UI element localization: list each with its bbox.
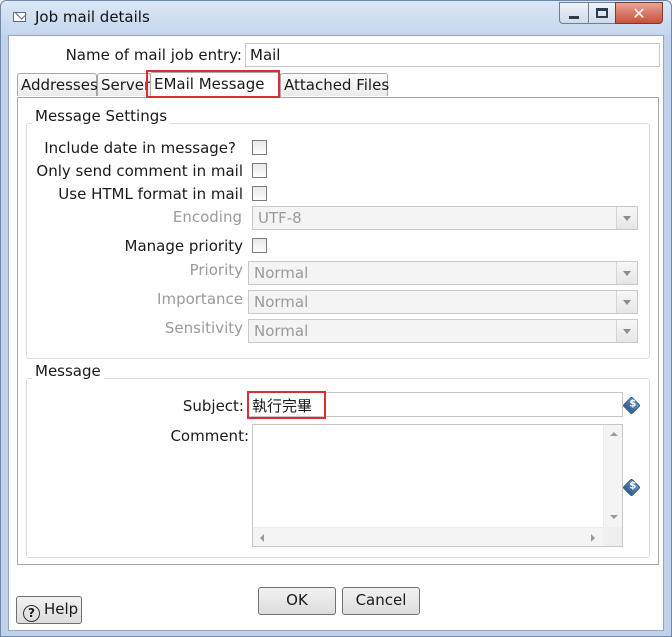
help-button[interactable]: ? Help [16, 596, 82, 624]
include-date-checkbox[interactable] [252, 140, 267, 155]
horizontal-scrollbar[interactable] [253, 527, 603, 546]
scroll-down-icon[interactable] [610, 515, 618, 519]
importance-select[interactable]: Normal [248, 290, 638, 314]
priority-select[interactable]: Normal [248, 261, 638, 285]
entry-name-input[interactable]: Mail [245, 43, 660, 67]
vertical-scrollbar[interactable] [603, 425, 622, 527]
priority-value: Normal [254, 264, 309, 282]
close-icon: ✕ [632, 4, 646, 23]
minimize-icon [569, 16, 579, 19]
cancel-button[interactable]: Cancel [342, 587, 420, 615]
sensitivity-select[interactable]: Normal [248, 319, 638, 343]
manage-priority-checkbox[interactable] [252, 238, 267, 253]
only-comment-checkbox[interactable] [252, 163, 267, 178]
job-mail-dialog: Job mail details ✕ Name of mail job entr… [0, 0, 672, 637]
mail-icon [13, 12, 26, 22]
encoding-value: UTF-8 [258, 209, 302, 227]
window-title: Job mail details [35, 8, 150, 26]
tab-addresses[interactable]: Addresses [17, 73, 98, 96]
maximize-button[interactable] [588, 2, 615, 24]
manage-priority-label: Manage priority [124, 237, 243, 255]
email-message-panel: Message Settings Include date in message… [17, 97, 659, 565]
message-settings-title: Message Settings [32, 107, 171, 125]
html-format-label: Use HTML format in mail [58, 185, 243, 203]
chevron-down-icon [616, 207, 637, 229]
sensitivity-value: Normal [254, 322, 309, 340]
scroll-corner [603, 527, 622, 546]
only-comment-label: Only send comment in mail [36, 162, 243, 180]
scroll-left-icon[interactable] [260, 534, 264, 542]
chevron-down-icon [616, 262, 637, 284]
comment-textarea[interactable] [252, 424, 623, 547]
entry-name-label: Name of mail job entry: [65, 46, 242, 64]
tab-attached-files[interactable]: Attached Files [280, 73, 389, 96]
close-button[interactable]: ✕ [615, 2, 663, 24]
subject-label: Subject: [182, 397, 244, 415]
maximize-icon [596, 8, 608, 18]
minimize-button[interactable] [559, 2, 588, 24]
message-title: Message [32, 362, 104, 380]
scroll-right-icon[interactable] [591, 534, 595, 542]
scroll-up-icon[interactable] [610, 432, 618, 436]
help-label: Help [44, 600, 79, 618]
ok-button[interactable]: OK [258, 587, 336, 615]
subject-input[interactable]: 執行完畢 [247, 392, 623, 417]
encoding-label: Encoding [172, 208, 242, 226]
include-date-label: Include date in message? [44, 139, 236, 157]
help-icon: ? [23, 605, 40, 622]
chevron-down-icon [616, 291, 637, 313]
tab-server[interactable]: Server [97, 73, 151, 96]
sensitivity-label: Sensitivity [164, 319, 243, 337]
title-bar[interactable]: Job mail details ✕ [1, 1, 671, 35]
encoding-select[interactable]: UTF-8 [252, 206, 638, 230]
chevron-down-icon [616, 320, 637, 342]
importance-label: Importance [157, 290, 243, 308]
importance-value: Normal [254, 293, 309, 311]
comment-label: Comment: [170, 427, 249, 445]
priority-label: Priority [189, 261, 243, 279]
html-format-checkbox[interactable] [252, 186, 267, 201]
tab-email-message[interactable]: EMail Message [150, 72, 281, 97]
dialog-body: Name of mail job entry: Mail Addresses S… [8, 35, 664, 631]
